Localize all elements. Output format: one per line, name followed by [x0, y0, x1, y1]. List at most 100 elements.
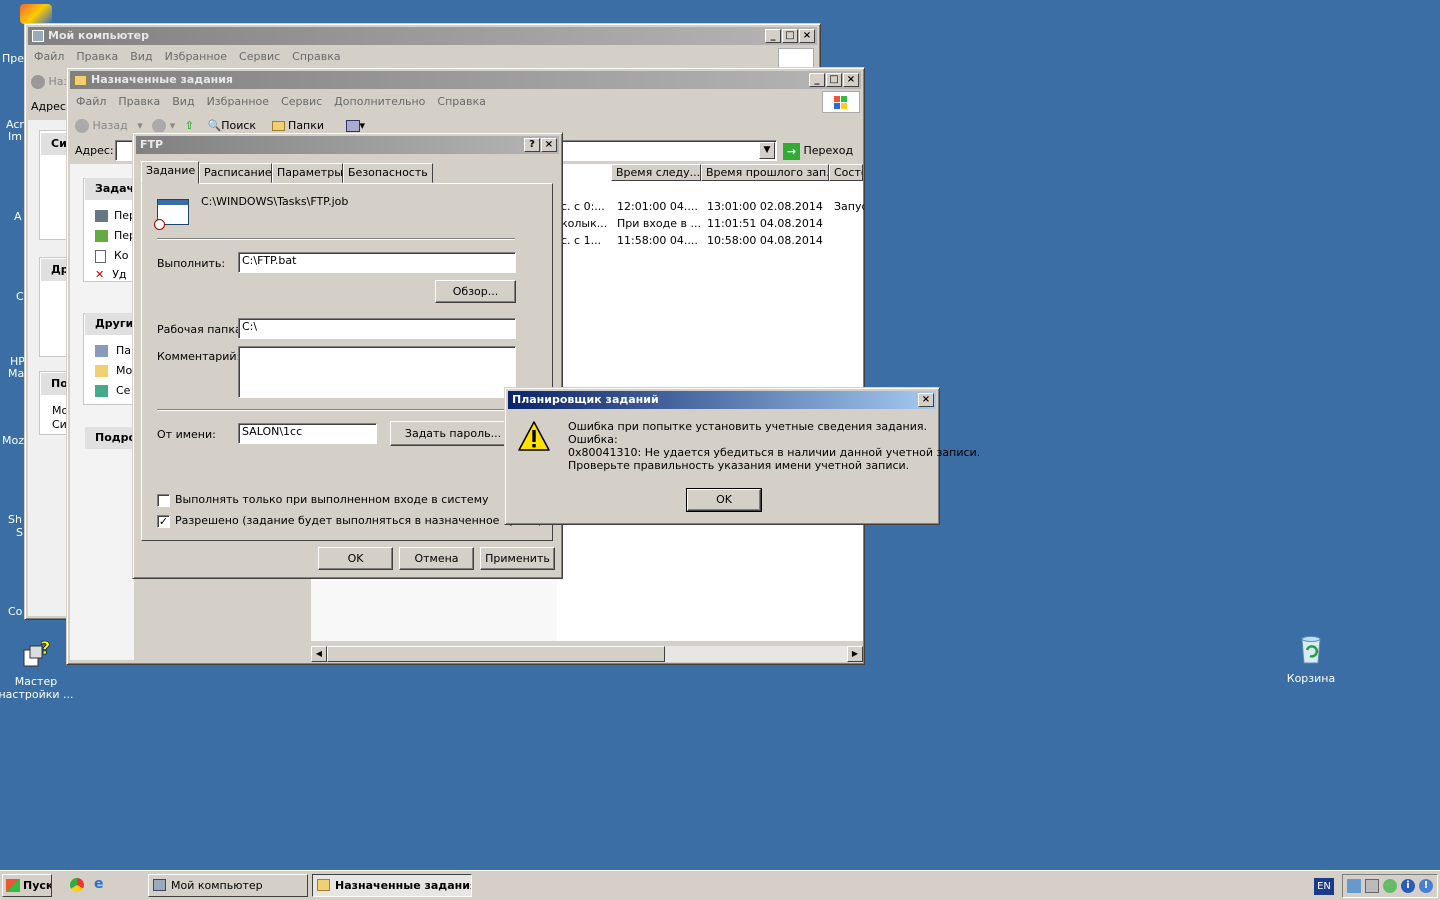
my-computer-titlebar[interactable]: Мой компьютер _ □ ×	[28, 27, 817, 45]
desktop-icon-top[interactable]	[20, 4, 52, 24]
ok-button[interactable]: OK	[318, 547, 393, 570]
sync-tray-icon[interactable]	[1383, 879, 1397, 893]
scheduler-tray-icon[interactable]	[1365, 879, 1379, 893]
language-indicator[interactable]: EN	[1314, 878, 1334, 895]
network-tray-icon[interactable]	[1347, 879, 1361, 893]
chevron-down-icon[interactable]: ▾	[360, 119, 366, 132]
menu-tools[interactable]: Сервис	[281, 95, 322, 108]
taskbar-item-my-computer[interactable]: Мой компьютер	[148, 874, 308, 897]
side-item[interactable]: Мо	[95, 364, 132, 377]
back-arrow-icon[interactable]	[75, 119, 89, 133]
desktop-label-fragment[interactable]: Ma	[8, 367, 24, 380]
error-ok-button[interactable]: OK	[686, 488, 762, 512]
menu-edit[interactable]: Правка	[118, 95, 160, 108]
tab-settings[interactable]: Параметры	[272, 163, 343, 183]
desktop-icon-recycle-bin[interactable]: Корзина	[1271, 633, 1351, 685]
chevron-down-icon[interactable]: ▾	[170, 119, 176, 132]
side-item[interactable]: Пер	[95, 209, 136, 222]
menu-tools[interactable]: Сервис	[239, 50, 280, 63]
workdir-field[interactable]: C:\	[238, 318, 516, 339]
side-header-other[interactable]: Други	[85, 313, 133, 335]
side-item[interactable]: Пер	[95, 229, 136, 242]
error-titlebar[interactable]: Планировщик заданий ×	[508, 391, 936, 409]
desktop-label-fragment[interactable]: Co	[8, 605, 22, 618]
search-button[interactable]: Поиск	[221, 119, 256, 132]
runas-field[interactable]: SALON\1cc	[238, 423, 377, 444]
logon-only-checkbox[interactable]	[157, 494, 170, 507]
close-button[interactable]: ×	[541, 138, 557, 152]
folders-button[interactable]: Папки	[288, 119, 324, 132]
menu-edit[interactable]: Правка	[76, 50, 118, 63]
side-item[interactable]: Ко	[95, 249, 129, 263]
minimize-button[interactable]: _	[809, 73, 825, 87]
menu-advanced[interactable]: Дополнительно	[334, 95, 425, 108]
maximize-button[interactable]: □	[826, 73, 842, 87]
menu-file[interactable]: Файл	[76, 95, 106, 108]
column-header-last-run[interactable]: Время прошлого зап...	[701, 164, 829, 181]
address-dropdown-button[interactable]: ▼	[759, 142, 775, 159]
internet-explorer-icon[interactable]: e	[94, 877, 109, 892]
side-header-details[interactable]: Подро	[85, 427, 133, 449]
back-button-label[interactable]: Назад	[93, 119, 128, 132]
browse-button[interactable]: Обзор...	[435, 280, 516, 303]
tab-security[interactable]: Безопасность	[343, 163, 433, 183]
column-header-status[interactable]: Состо	[829, 164, 863, 181]
scroll-thumb[interactable]	[327, 646, 665, 662]
go-button[interactable]: → Переход	[783, 140, 861, 161]
chevron-down-icon[interactable]: ▾	[137, 119, 143, 132]
tab-task[interactable]: Задание	[141, 161, 199, 184]
menu-help[interactable]: Справка	[292, 50, 340, 63]
close-button[interactable]: ×	[918, 393, 934, 407]
comment-field[interactable]	[238, 346, 516, 398]
menu-help[interactable]: Справка	[437, 95, 485, 108]
scroll-left-button[interactable]: ◀	[311, 646, 327, 662]
help-button[interactable]: ?	[524, 138, 540, 152]
scroll-right-button[interactable]: ▶	[847, 646, 863, 662]
desktop-icon-wizard[interactable]: ? Мастер настройки ...	[0, 636, 76, 701]
side-item[interactable]: Се	[95, 384, 130, 397]
desktop-label-fragment[interactable]: C	[16, 290, 24, 303]
back-arrow-icon[interactable]	[31, 75, 45, 89]
side-item[interactable]: Па	[95, 344, 131, 357]
cancel-button[interactable]: Отмена	[399, 547, 474, 570]
horizontal-scrollbar[interactable]: ◀ ▶	[311, 646, 863, 662]
menu-view[interactable]: Вид	[130, 50, 152, 63]
chrome-icon[interactable]	[70, 878, 84, 892]
desktop-label-fragment[interactable]: S	[16, 526, 23, 539]
apply-button[interactable]: Применить	[480, 547, 555, 570]
menu-view[interactable]: Вид	[172, 95, 194, 108]
desktop-label-fragment[interactable]: Пре	[2, 52, 24, 65]
minimize-button[interactable]: _	[765, 29, 781, 43]
desktop-label-fragment[interactable]: Sh	[8, 513, 22, 526]
side-header[interactable]: По	[41, 373, 69, 395]
maximize-button[interactable]: □	[782, 29, 798, 43]
side-header-tasks[interactable]: Задач	[85, 178, 133, 200]
set-password-button[interactable]: Задать пароль...	[390, 421, 516, 446]
tab-schedule[interactable]: Расписание	[199, 163, 272, 183]
info-tray-icon[interactable]: i	[1401, 879, 1415, 893]
menu-file[interactable]: Файл	[34, 50, 64, 63]
desktop-label-fragment[interactable]: Im	[8, 130, 22, 143]
desktop-label-fragment[interactable]: A	[14, 210, 22, 223]
close-button[interactable]: ×	[799, 29, 815, 43]
forward-arrow-icon[interactable]	[152, 119, 167, 133]
desktop-label-fragment[interactable]: Moz	[2, 434, 24, 447]
taskbar-item-scheduled-tasks[interactable]: Назначенные задания	[312, 874, 472, 897]
ftp-dialog-titlebar[interactable]: FTP ? ×	[136, 136, 559, 154]
side-header[interactable]: Си	[41, 133, 69, 155]
run-field[interactable]: C:\FTP.bat	[238, 252, 516, 273]
views-icon[interactable]	[345, 120, 360, 132]
column-header-next-run[interactable]: Время следу...	[611, 164, 701, 181]
table-row[interactable]: колык... При входе в ... 11:01:51 04.08.…	[561, 217, 861, 233]
enabled-checkbox[interactable]: ✓	[157, 515, 170, 528]
side-header[interactable]: Др	[41, 259, 69, 281]
start-button[interactable]: Пуск	[2, 874, 52, 897]
menu-favorites[interactable]: Избранное	[165, 50, 227, 63]
table-row[interactable]: с. с 0:... 12:01:00 04.... 13:01:00 02.0…	[561, 200, 864, 216]
side-item[interactable]: ✕ Уд	[95, 268, 127, 281]
volume-tray-icon[interactable]: !	[1419, 879, 1433, 893]
scheduled-tasks-titlebar[interactable]: Назначенные задания _ □ ×	[70, 71, 861, 89]
close-button[interactable]: ×	[843, 73, 859, 87]
menu-favorites[interactable]: Избранное	[207, 95, 269, 108]
table-row[interactable]: с. с 1... 11:58:00 04.... 10:58:00 04.08…	[561, 234, 861, 250]
